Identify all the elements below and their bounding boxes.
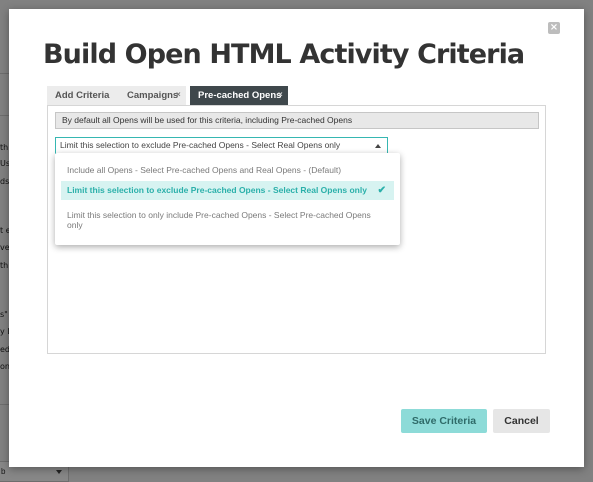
dropdown-option[interactable]: Limit this selection to only include Pre… <box>61 204 394 236</box>
tab-pre-cached-opens[interactable]: Pre-cached Opens × <box>190 86 288 105</box>
select-value: Limit this selection to exclude Pre-cach… <box>60 140 341 150</box>
option-label: Limit this selection to only include Pre… <box>67 210 371 230</box>
opens-filter-select[interactable]: Limit this selection to exclude Pre-cach… <box>55 137 388 154</box>
info-message: By default all Opens will be used for th… <box>55 112 539 129</box>
close-icon[interactable]: × <box>176 86 181 103</box>
tab-add-criteria[interactable]: Add Criteria <box>47 86 119 105</box>
check-icon: ✔ <box>377 185 386 196</box>
chevron-up-icon <box>375 144 381 148</box>
tab-label: Pre-cached Opens <box>198 90 282 101</box>
tab-label: Add Criteria <box>55 90 110 101</box>
criteria-modal: × Build Open HTML Activity Criteria Add … <box>9 9 584 467</box>
tab-label: Campaigns <box>127 90 179 101</box>
option-label: Include all Opens - Select Pre-cached Op… <box>67 165 342 175</box>
dropdown-option[interactable]: Include all Opens - Select Pre-cached Op… <box>61 160 394 180</box>
opens-filter-dropdown: Include all Opens - Select Pre-cached Op… <box>55 153 400 245</box>
close-icon[interactable]: × <box>278 86 283 103</box>
close-icon[interactable]: × <box>548 22 560 34</box>
tab-campaigns[interactable]: Campaigns × <box>119 86 186 105</box>
page-title: Build Open HTML Activity Criteria <box>43 39 525 70</box>
cancel-button[interactable]: Cancel <box>493 409 550 433</box>
dropdown-option-selected[interactable]: Limit this selection to exclude Pre-cach… <box>61 181 394 200</box>
option-label: Limit this selection to exclude Pre-cach… <box>67 185 367 195</box>
save-criteria-button[interactable]: Save Criteria <box>401 409 487 433</box>
